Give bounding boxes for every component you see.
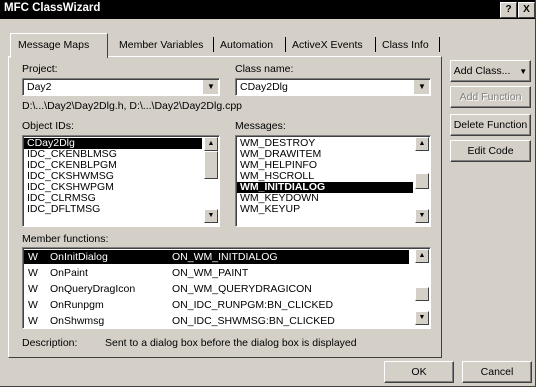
function-handler: ON_WM_PAINT [172,267,249,279]
title-bar[interactable]: MFC ClassWizard ? X [0,0,535,19]
list-item[interactable]: WM_KEYUP [237,204,413,215]
scroll-up-icon[interactable]: ▲ [204,137,218,151]
tab-label: ActiveX Events [292,39,363,51]
project-label: Project: [22,63,58,75]
tab-label: Message Maps [18,39,90,51]
messages-scrollbar[interactable]: ▲ ▼ [415,137,429,223]
object-ids-label: Object IDs: [22,120,74,132]
table-row[interactable]: W OnRunpgm ON_IDC_RUNPGM:BN_CLICKED [24,298,409,312]
messages-label: Messages: [235,120,286,132]
description-label: Description: [22,337,78,349]
function-handler: ON_IDC_RUNPGM:BN_CLICKED [172,299,334,311]
member-functions-scrollbar[interactable]: ▲ ▼ [415,249,429,325]
add-function-button[interactable]: Add Function [450,86,531,108]
classwizard-dialog: MFC ClassWizard ? X Message Maps Member … [0,0,536,387]
scroll-down-icon[interactable]: ▼ [415,209,429,223]
tab-label: Member Variables [119,39,204,51]
list-item[interactable]: IDC_DFLTMSG [24,204,202,215]
add-class-button[interactable]: Add Class... ▼ [450,60,531,82]
table-row[interactable]: W OnQueryDragIcon ON_WM_QUERYDRAGICON [24,282,409,296]
scroll-up-icon[interactable]: ▲ [415,137,429,151]
class-name-combo[interactable]: CDay2Dlg ▼ [235,78,431,96]
project-combo[interactable]: Day2 ▼ [22,78,220,96]
function-kind: W [28,315,38,327]
window-title: MFC ClassWizard [4,2,101,14]
table-row[interactable]: W OnPaint ON_WM_PAINT [24,266,409,280]
function-name: OnQueryDragIcon [50,283,136,295]
scroll-down-icon[interactable]: ▼ [415,311,429,325]
function-name: OnShwmsg [50,315,105,327]
dropdown-arrow-icon[interactable]: ▼ [203,80,218,94]
scroll-thumb[interactable] [415,287,429,301]
tab-separator [439,37,440,52]
function-kind: W [28,283,38,295]
tab-separator [285,37,286,52]
member-functions-label: Member functions: [22,233,109,245]
class-name-label: Class name: [235,63,294,75]
object-ids-scrollbar[interactable]: ▲ ▼ [204,137,218,223]
member-functions-list[interactable]: W OnInitDialog ON_WM_INITDIALOG W OnPain… [22,247,431,329]
scroll-down-icon[interactable]: ▼ [204,209,218,223]
table-row[interactable]: W OnInitDialog ON_WM_INITDIALOG [24,250,409,264]
close-button[interactable]: X [518,2,535,18]
function-handler: ON_WM_INITDIALOG [172,251,278,263]
edit-code-button[interactable]: Edit Code [450,140,531,162]
messages-list[interactable]: WM_DESTROY WM_DRAWITEM WM_HELPINFO WM_HS… [235,135,431,227]
tab-separator [375,37,376,52]
add-class-label: Add Class... [453,65,511,77]
tab-label: Automation [220,39,274,51]
tab-separator [213,37,214,52]
tab-automation[interactable]: Automation [220,36,282,55]
function-name: OnRunpgm [50,299,104,311]
tab-member-variables[interactable]: Member Variables [119,36,215,55]
function-kind: W [28,299,38,311]
function-name: OnPaint [50,267,88,279]
class-name-value: CDay2Dlg [240,81,288,93]
tab-activex-events[interactable]: ActiveX Events [292,36,370,55]
scroll-thumb[interactable] [415,173,429,189]
function-kind: W [28,267,38,279]
ok-button[interactable]: OK [384,361,454,383]
tab-label: Class Info [382,39,429,51]
function-name: OnInitDialog [50,251,108,263]
function-handler: ON_WM_QUERYDRAGICON [172,283,312,295]
project-value: Day2 [27,81,52,93]
tab-message-maps[interactable]: Message Maps [10,33,108,58]
file-path: D:\...\Day2\Day2Dlg.h, D:\...\Day2\Day2D… [22,100,243,112]
dropdown-arrow-icon[interactable]: ▼ [414,80,429,94]
scroll-up-icon[interactable]: ▲ [415,249,429,263]
tab-class-info[interactable]: Class Info [382,36,438,55]
help-button[interactable]: ? [500,2,517,18]
cancel-button[interactable]: Cancel [462,361,532,383]
delete-function-button[interactable]: Delete Function [450,114,531,136]
description-text: Sent to a dialog box before the dialog b… [105,337,357,349]
scroll-thumb[interactable] [204,151,218,179]
function-handler: ON_IDC_SHWMSG:BN_CLICKED [172,315,335,327]
dropdown-arrow-icon: ▼ [519,67,528,76]
object-ids-list[interactable]: CDay2Dlg IDC_CKENBLMSG IDC_CKENBLPGM IDC… [22,135,220,227]
function-kind: W [28,251,38,263]
table-row[interactable]: W OnShwmsg ON_IDC_SHWMSG:BN_CLICKED [24,314,409,328]
